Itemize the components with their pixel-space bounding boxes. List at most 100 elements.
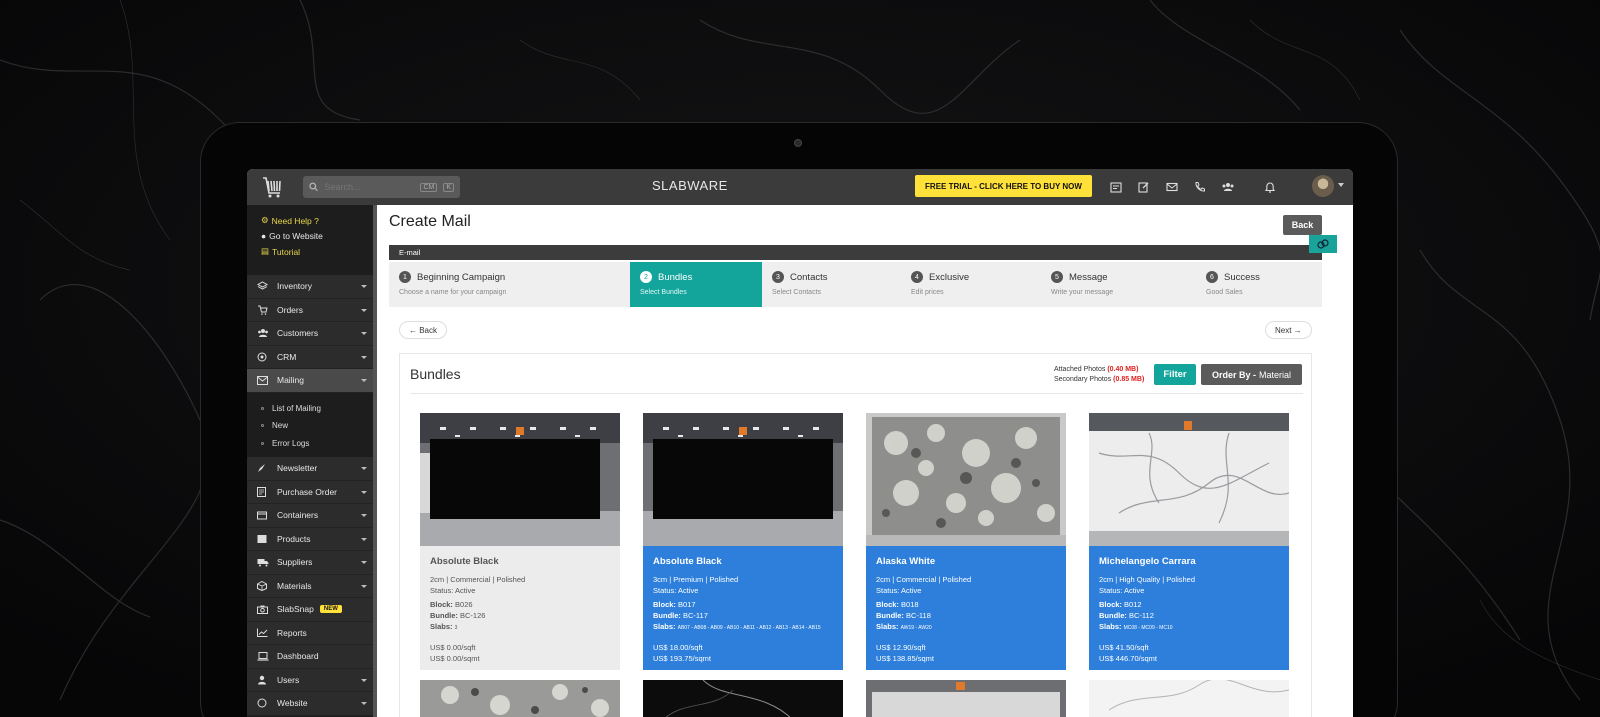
sidebar-item-label: Customers bbox=[277, 328, 319, 339]
bundle-card[interactable] bbox=[420, 680, 620, 717]
sidebar-item-label: Newsletter bbox=[277, 463, 318, 474]
photo-size-info: Attached Photos (0.40 MB) Secondary Phot… bbox=[1054, 365, 1144, 385]
step-success[interactable]: 6 Success Good Sales bbox=[1196, 262, 1322, 307]
sidebar-item-users[interactable]: Users bbox=[247, 668, 377, 692]
shortcut-key-cmd: CM bbox=[420, 182, 438, 192]
block-value: B026 bbox=[455, 600, 473, 609]
search-box[interactable]: CM K bbox=[303, 176, 460, 198]
slabs-label: Slabs: bbox=[430, 622, 453, 631]
sidebar-item-suppliers[interactable]: Suppliers bbox=[247, 551, 377, 575]
bundle-spec: 2cm | High Quality | Polished bbox=[1099, 575, 1196, 584]
sidebar-item-newsletter[interactable]: Newsletter bbox=[247, 457, 377, 481]
bundle-status: Status: Active bbox=[876, 586, 922, 595]
step-title: Beginning Campaign bbox=[417, 271, 506, 283]
users-icon bbox=[257, 328, 271, 338]
attached-photos-size: (0.40 MB) bbox=[1107, 366, 1139, 373]
slabs-label: Slabs: bbox=[1099, 622, 1122, 631]
slabs-value: MC08 - MC09 - MC10 bbox=[1123, 625, 1173, 631]
bundle-card[interactable]: Michelangelo Carrara 2cm | High Quality … bbox=[1089, 413, 1289, 673]
wizard-back-button[interactable]: ← Back bbox=[399, 321, 448, 339]
bundle-value: BC-118 bbox=[906, 611, 931, 620]
bundle-status: Status: Active bbox=[653, 586, 699, 595]
mailing-submenu: List of Mailing New Error Logs bbox=[247, 392, 377, 457]
back-button[interactable]: Back bbox=[1283, 215, 1322, 235]
bundle-image bbox=[866, 413, 1066, 546]
sidebar-item-label: Inventory bbox=[277, 281, 312, 292]
box-icon bbox=[257, 510, 271, 520]
sidebar-item-website[interactable]: Website bbox=[247, 692, 377, 716]
shortcut-key-k: K bbox=[443, 182, 454, 192]
search-input[interactable] bbox=[324, 182, 415, 192]
wizard-steps: 1 Beginning Campaign Choose a name for yo… bbox=[389, 262, 1322, 307]
step-subtitle: Write your message bbox=[1051, 289, 1114, 296]
email-section-bar: E-mail bbox=[389, 245, 1322, 260]
submenu-item-list-of-mailing[interactable]: List of Mailing bbox=[261, 400, 377, 418]
price-sqft: US$ 18.00/sqft bbox=[653, 643, 703, 652]
team-icon[interactable] bbox=[1219, 178, 1237, 196]
bundle-card[interactable]: Absolute Black 2cm | Commercial | Polish… bbox=[420, 413, 620, 673]
stack-icon[interactable] bbox=[1309, 235, 1337, 253]
main-content: Create Mail Back E-mail 1 Beginning Campa… bbox=[373, 205, 1353, 717]
sidebar-item-dashboard[interactable]: Dashboard bbox=[247, 645, 377, 669]
submenu-item-new[interactable]: New bbox=[261, 417, 377, 435]
need-help-link[interactable]: ⚙ Need Help ? bbox=[261, 215, 363, 226]
step-bundles[interactable]: 2 Bundles Select Bundles bbox=[630, 262, 762, 307]
wizard-next-button[interactable]: Next → bbox=[1265, 321, 1312, 339]
submenu-label: New bbox=[272, 421, 289, 431]
bundle-image bbox=[1089, 413, 1289, 546]
bundle-card[interactable] bbox=[1089, 680, 1289, 717]
step-contacts[interactable]: 3 Contacts Select Contacts bbox=[762, 262, 901, 307]
step-number: 6 bbox=[1206, 271, 1218, 283]
document-icon bbox=[257, 486, 271, 497]
sidebar-item-reports[interactable]: Reports bbox=[247, 621, 377, 645]
go-to-website-link[interactable]: ● Go to Website bbox=[261, 231, 363, 241]
step-title: Bundles bbox=[658, 271, 693, 283]
edit-icon[interactable] bbox=[1135, 178, 1153, 196]
sidebar-item-customers[interactable]: Customers bbox=[247, 322, 377, 346]
web-icon bbox=[257, 698, 271, 708]
tutorial-label: Tutorial bbox=[272, 246, 301, 257]
bundle-card[interactable]: Absolute Black 3cm | Premium | Polished … bbox=[643, 413, 843, 673]
mail-icon[interactable] bbox=[1163, 178, 1181, 196]
sidebar-item-crm[interactable]: CRM bbox=[247, 345, 377, 369]
app-logo[interactable] bbox=[247, 169, 297, 205]
tutorial-link[interactable]: ▤ Tutorial bbox=[261, 246, 363, 257]
sidebar-item-products[interactable]: Products bbox=[247, 527, 377, 551]
need-help-label: Need Help ? bbox=[271, 215, 319, 226]
bundle-spec: 2cm | Commercial | Polished bbox=[876, 575, 972, 584]
chevron-down-icon bbox=[361, 702, 367, 705]
phone-icon[interactable] bbox=[1191, 178, 1209, 196]
bundle-card[interactable] bbox=[866, 680, 1066, 717]
truck-icon bbox=[257, 558, 271, 567]
order-by-value: Material bbox=[1259, 369, 1292, 380]
sidebar-scrollbar[interactable] bbox=[373, 205, 377, 717]
bundle-card[interactable] bbox=[643, 680, 843, 717]
sidebar-item-orders[interactable]: Orders bbox=[247, 298, 377, 322]
free-trial-button[interactable]: FREE TRIAL - CLICK HERE TO BUY NOW bbox=[915, 175, 1092, 197]
order-by-button[interactable]: Order By - Material bbox=[1201, 364, 1302, 385]
sidebar-item-inventory[interactable]: Inventory bbox=[247, 275, 377, 299]
sidebar-item-slabsnap[interactable]: SlabSnap NEW bbox=[247, 598, 377, 622]
filter-button[interactable]: Filter bbox=[1154, 364, 1196, 385]
sidebar-item-purchase-order[interactable]: Purchase Order bbox=[247, 480, 377, 504]
sidebar-item-materials[interactable]: Materials bbox=[247, 574, 377, 598]
bundle-card[interactable]: Alaska White 2cm | Commercial | Polished… bbox=[866, 413, 1066, 673]
step-number: 2 bbox=[640, 271, 652, 283]
chevron-down-icon bbox=[361, 379, 367, 382]
chevron-down-icon[interactable] bbox=[1338, 183, 1344, 187]
sidebar-item-label: Containers bbox=[277, 510, 319, 521]
chevron-down-icon bbox=[361, 467, 367, 470]
top-icons bbox=[1107, 178, 1279, 196]
step-message[interactable]: 5 Message Write your message bbox=[1041, 262, 1196, 307]
sidebar-item-mailing[interactable]: Mailing bbox=[247, 369, 377, 393]
step-beginning-campaign[interactable]: 1 Beginning Campaign Choose a name for yo… bbox=[389, 262, 630, 307]
step-exclusive[interactable]: 4 Exclusive Edit prices bbox=[901, 262, 1041, 307]
go-to-website-label: Go to Website bbox=[269, 231, 323, 241]
sidebar-item-containers[interactable]: Containers bbox=[247, 504, 377, 528]
user-avatar[interactable] bbox=[1312, 175, 1334, 197]
chart-icon bbox=[257, 628, 271, 638]
bundle-info: Absolute Black 2cm | Commercial | Polish… bbox=[420, 546, 620, 670]
calendar-icon[interactable] bbox=[1107, 178, 1125, 196]
bell-icon[interactable] bbox=[1261, 178, 1279, 196]
submenu-item-error-logs[interactable]: Error Logs bbox=[261, 435, 377, 453]
